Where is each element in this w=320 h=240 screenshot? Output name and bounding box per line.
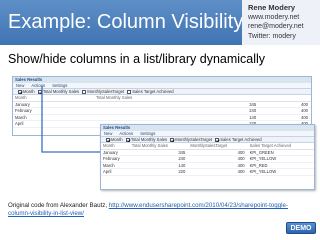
toggle-label: Total Monthly Sales <box>130 137 168 142</box>
footer-prefix: Original code from Alexander Bautz, <box>8 202 109 209</box>
cell: KPI_YELLOW <box>247 168 314 176</box>
list-table: Month Total Monthly Sales MonthlySalesTa… <box>101 143 314 176</box>
toggle-label: Month <box>111 137 123 142</box>
cell: April <box>101 168 130 176</box>
toggle-label: MonthlySalesTarget <box>175 137 213 142</box>
toggle-label: Sales Target Achieved <box>220 137 262 142</box>
cell: 400 <box>188 168 248 176</box>
toolbar-actions[interactable]: Actions <box>119 131 133 136</box>
slide: Example: Column Visibility Rene Modery w… <box>0 0 320 240</box>
footer-credit: Original code from Alexander Bautz, http… <box>8 202 288 218</box>
table-row: April 220 400 KPI_YELLOW <box>101 168 314 176</box>
screenshot-panel-after: Sales Results New Actions Settings Month… <box>100 124 315 190</box>
toggle-checkbox-month[interactable] <box>106 137 110 142</box>
toggle-checkbox-target[interactable] <box>170 137 175 142</box>
demo-button[interactable]: DEMO <box>286 222 316 234</box>
cell: 220 <box>129 168 189 176</box>
toolbar-new[interactable]: New <box>104 131 112 136</box>
toggle-checkbox-achieved[interactable] <box>215 137 220 142</box>
toolbar-settings[interactable]: Settings <box>140 131 155 136</box>
toggle-checkbox-total[interactable] <box>125 137 130 142</box>
